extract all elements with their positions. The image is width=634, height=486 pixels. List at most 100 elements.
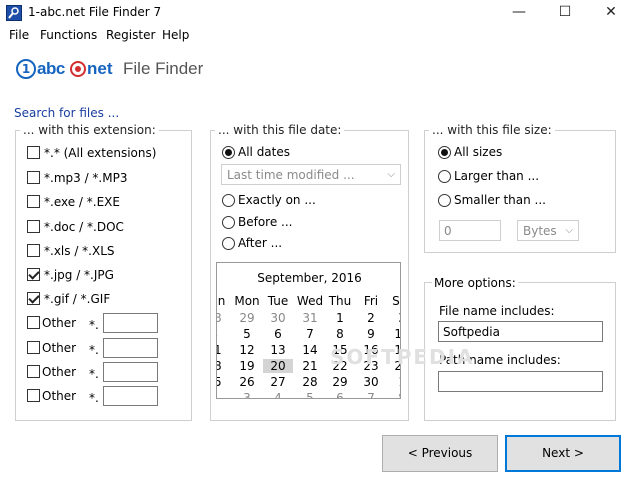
date-radio-exactly[interactable]	[222, 194, 235, 207]
size-unit-value: Bytes	[523, 224, 557, 238]
other-input-2[interactable]	[103, 338, 158, 358]
ext-label-mp3: *.mp3 / *.MP3	[44, 171, 128, 185]
menu-register[interactable]: Register	[106, 28, 155, 42]
ext-checkbox-gif[interactable]	[27, 292, 40, 305]
calendar-day[interactable]: 6	[263, 327, 293, 341]
extension-legend: ... with this extension:	[20, 123, 159, 137]
menu-file[interactable]: File	[9, 28, 29, 42]
size-radio-larger[interactable]	[438, 170, 451, 183]
menu-help[interactable]: Help	[162, 28, 189, 42]
calendar-day[interactable]: 1	[387, 375, 400, 389]
calendar-day[interactable]: 14	[295, 343, 325, 357]
calendar-day[interactable]: 9	[356, 327, 386, 341]
date-radio-after[interactable]	[222, 237, 235, 250]
calendar-day[interactable]: 18	[217, 359, 229, 373]
calendar-day[interactable]: 26	[232, 375, 262, 389]
ext-label-jpg: *.jpg / *.JPG	[44, 268, 114, 282]
calendar-day[interactable]: 28	[295, 375, 325, 389]
ext-checkbox-doc[interactable]	[27, 220, 40, 233]
ext-checkbox-all[interactable]	[27, 146, 40, 159]
calendar-day[interactable]: 30	[263, 311, 293, 325]
size-legend: ... with this file size:	[429, 123, 555, 137]
calendar-day[interactable]: 27	[263, 375, 293, 389]
date-radio-before[interactable]	[222, 216, 235, 229]
other-label-2: Other	[42, 341, 77, 355]
calendar-day[interactable]: 5	[232, 327, 262, 341]
calendar-day[interactable]: 30	[356, 375, 386, 389]
calendar-day[interactable]: 5	[295, 391, 325, 398]
calendar-day[interactable]: 20	[263, 359, 293, 373]
ext-checkbox-jpg[interactable]	[27, 268, 40, 281]
path-name-input[interactable]	[438, 371, 603, 392]
calendar-weekday-header: Thu	[328, 294, 352, 308]
size-radio-smaller[interactable]	[438, 194, 451, 207]
file-name-input[interactable]: Softpedia	[438, 321, 603, 342]
logo-one: 1	[16, 59, 36, 79]
calendar-month-title[interactable]: September, 2016	[217, 271, 400, 285]
calendar-weekday-header: Mon	[234, 294, 260, 308]
chevron-down-icon: ⌵	[565, 225, 573, 236]
calendar-day[interactable]: 7	[356, 391, 386, 398]
calendar-day[interactable]: 31	[295, 311, 325, 325]
calendar-day[interactable]: 3	[387, 311, 400, 325]
calendar-day[interactable]: 8	[325, 327, 355, 341]
date-label-after: After ...	[238, 236, 283, 250]
calendar-day[interactable]: 25	[217, 375, 229, 389]
calendar-day[interactable]: 21	[295, 359, 325, 373]
search-for-label: Search for files ...	[14, 106, 120, 120]
calendar-day[interactable]: 13	[263, 343, 293, 357]
other-label-3: Other	[42, 365, 77, 379]
calendar-day[interactable]: 4	[263, 391, 293, 398]
calendar-day[interactable]: 19	[232, 359, 262, 373]
calendar-day[interactable]: 7	[295, 327, 325, 341]
calendar-day[interactable]: 28	[217, 311, 229, 325]
calendar-day[interactable]: 8	[387, 391, 400, 398]
minimize-button[interactable]: —	[496, 0, 542, 25]
other-input-4[interactable]	[103, 386, 158, 406]
calendar-day[interactable]: 29	[232, 311, 262, 325]
ext-label-gif: *.gif / *.GIF	[44, 292, 111, 306]
calendar-day[interactable]: 11	[217, 343, 229, 357]
calendar-day[interactable]: 12	[232, 343, 262, 357]
size-unit-dropdown[interactable]: Bytes ⌵	[517, 220, 579, 241]
calendar-day[interactable]: 3	[232, 391, 262, 398]
calendar-day[interactable]: 2	[217, 391, 229, 398]
other-prefix-2: *.	[89, 343, 99, 357]
product-name: File Finder	[123, 59, 204, 78]
maximize-button[interactable]: ☐	[542, 0, 588, 25]
ext-checkbox-xls[interactable]	[27, 244, 40, 257]
other-checkbox-1[interactable]	[27, 316, 40, 329]
other-input-1[interactable]	[103, 313, 158, 333]
calendar-day[interactable]: 10	[387, 327, 400, 341]
other-label-4: Other	[42, 389, 77, 403]
window-title: 1-abc.net File Finder 7	[28, 5, 162, 19]
date-calendar[interactable]: September, 2016 SunMonTueWedThuFriSat282…	[216, 262, 401, 399]
other-checkbox-2[interactable]	[27, 341, 40, 354]
file-name-label: File name includes:	[439, 304, 555, 318]
calendar-day[interactable]: 4	[217, 327, 229, 341]
ext-label-xls: *.xls / *.XLS	[44, 244, 115, 258]
date-type-dropdown[interactable]: Last time modified ... ⌵	[221, 164, 401, 185]
logo-abc: abc	[37, 59, 65, 78]
calendar-day[interactable]: 2	[356, 311, 386, 325]
size-label-all: All sizes	[454, 145, 503, 159]
other-checkbox-3[interactable]	[27, 365, 40, 378]
close-button[interactable]: ✕	[588, 0, 634, 25]
previous-button[interactable]: < Previous	[382, 435, 498, 472]
ext-checkbox-mp3[interactable]	[27, 171, 40, 184]
other-checkbox-4[interactable]	[27, 389, 40, 402]
size-radio-all[interactable]	[438, 146, 451, 159]
date-radio-all[interactable]	[222, 146, 235, 159]
size-value-input[interactable]: 0	[439, 220, 501, 241]
date-label-all: All dates	[238, 145, 291, 159]
other-input-3[interactable]	[103, 362, 158, 382]
ext-checkbox-exe[interactable]	[27, 195, 40, 208]
date-label-before: Before ...	[238, 215, 293, 229]
other-prefix-1: *.	[89, 318, 99, 332]
calendar-day[interactable]: 6	[325, 391, 355, 398]
next-button[interactable]: Next >	[505, 435, 621, 472]
menu-functions[interactable]: Functions	[40, 28, 97, 42]
calendar-day[interactable]: 29	[325, 375, 355, 389]
chevron-down-icon: ⌵	[387, 169, 395, 180]
calendar-day[interactable]: 1	[325, 311, 355, 325]
